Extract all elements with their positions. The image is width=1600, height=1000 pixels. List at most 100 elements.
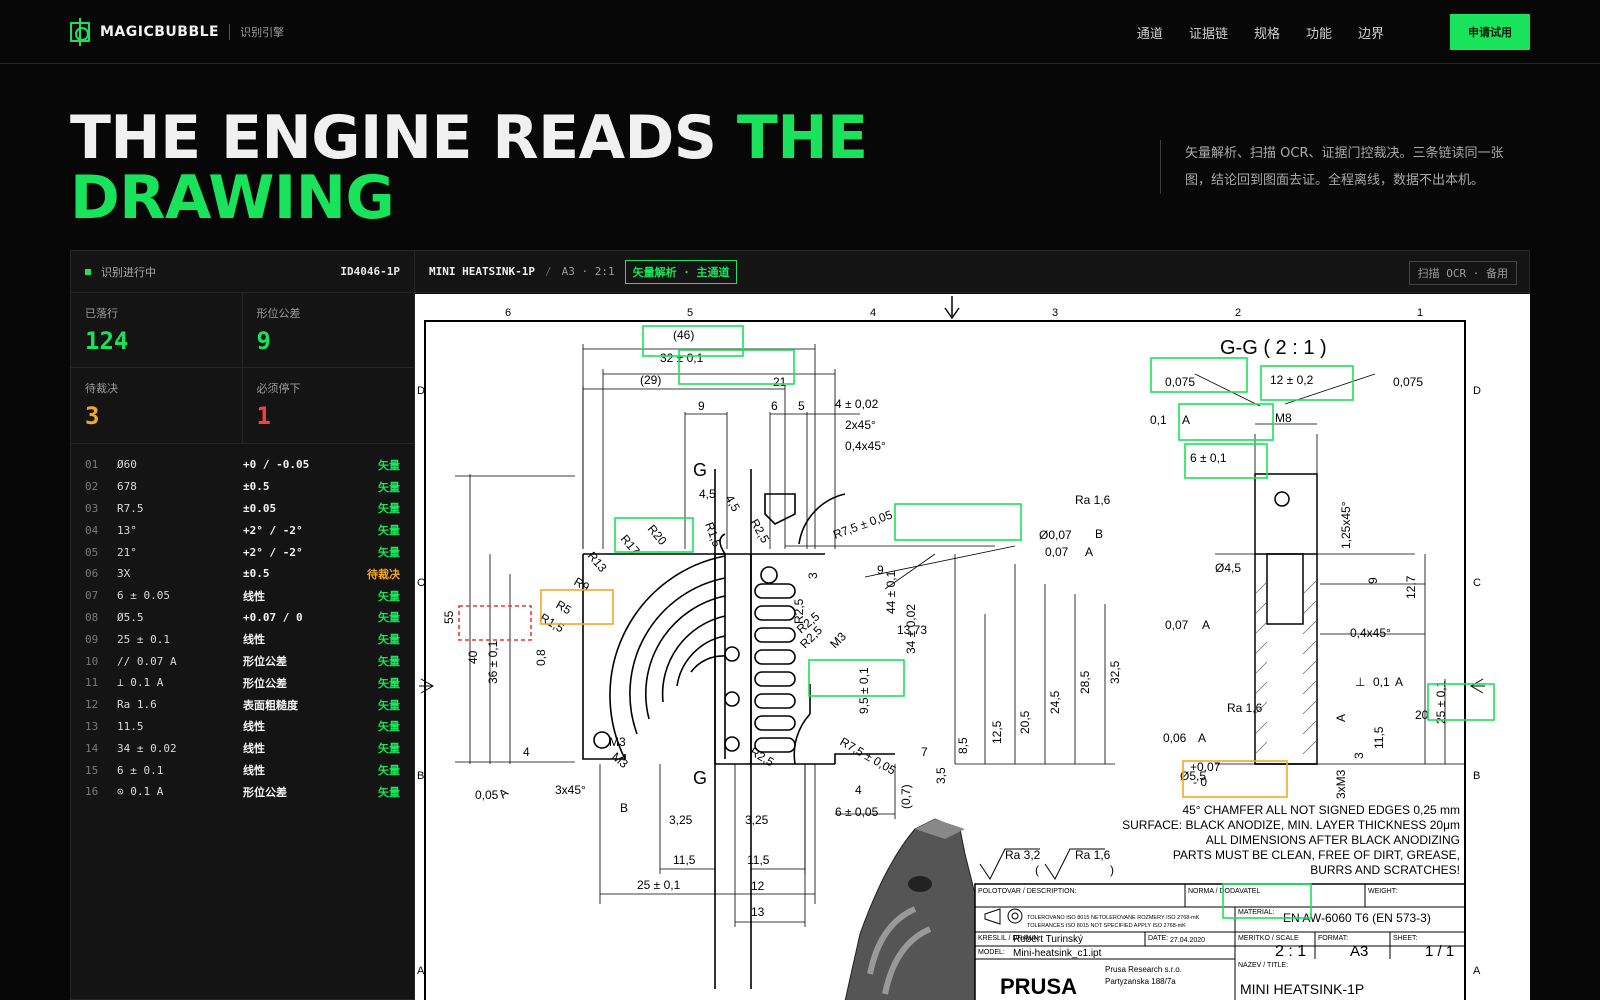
tb-date-label: DATE:: [1148, 935, 1168, 942]
section-dimension-label: Ra 1,6: [1227, 701, 1263, 715]
nav-link-specs[interactable]: 规格: [1254, 23, 1280, 42]
section-dimension-label: A: [1395, 675, 1403, 689]
section-dimension-label: 0,1: [1150, 413, 1167, 427]
section-dimension-label: 0,07: [1165, 618, 1189, 632]
nav-link-channels[interactable]: 通道: [1137, 23, 1163, 42]
center-marker-icon: [944, 296, 960, 320]
row-tolerance: +0.07 / 0: [243, 610, 303, 624]
tb-norm-label: NORMA / DODAVATEL: [1188, 888, 1260, 895]
dimension-label: 40: [466, 650, 480, 664]
row-feature: 6 ± 0.1: [117, 763, 164, 777]
tb-company-line: Prusa Research s.r.o.: [1105, 965, 1182, 974]
hero-title: THE ENGINE READS THE DRAWING: [70, 108, 1070, 228]
section-label: G-G ( 2 : 1 ): [1220, 337, 1327, 359]
feature-row[interactable]: 03 R7.5 ±0.05 矢量: [71, 498, 414, 520]
row-index: 02: [85, 480, 99, 494]
row-index: 11: [85, 676, 99, 690]
dimension-label: 13: [751, 905, 765, 919]
dimension-label: 20,5: [1018, 710, 1032, 734]
feature-row[interactable]: 09 25 ± 0.1 线性 矢量: [71, 628, 414, 650]
dimension-label: 0,07: [1045, 545, 1069, 559]
dimension-label: Ra 1,6: [1075, 493, 1111, 507]
section-dimension-label: 12,7: [1404, 575, 1418, 599]
status-indicator: 识别进行中: [85, 264, 156, 280]
dimension-label: 9,5 ± 0,1: [857, 667, 871, 714]
feature-row[interactable]: 06 3X ±0.5 待裁决: [71, 563, 414, 585]
feature-row[interactable]: 14 34 ± 0.02 线性 矢量: [71, 737, 414, 759]
stat-label: 已落行: [85, 307, 118, 320]
row-feature: Ø5.5: [117, 610, 144, 624]
surface-mark: (: [1035, 863, 1039, 877]
dimension-label: 4: [855, 783, 862, 797]
dimension-label: 11,5: [673, 853, 696, 867]
row-chain: 矢量: [378, 546, 400, 560]
row-feature: 21°: [117, 545, 137, 559]
zone-row-label: B: [1473, 770, 1480, 782]
tb-sheet-label: SHEET:: [1393, 935, 1418, 942]
ocr-channel-tag[interactable]: 扫描 OCR · 备用: [1408, 261, 1517, 285]
nav-link-boundaries[interactable]: 边界: [1358, 23, 1384, 42]
row-tolerance: +0 / -0.05: [243, 458, 310, 472]
zone-row-label: D: [1473, 385, 1481, 397]
section-dimension-label: 20: [1415, 708, 1429, 722]
feature-row[interactable]: 11 ⊥ 0.1 A 形位公差 矢量: [71, 672, 414, 694]
drawing-canvas[interactable]: 654321DDCCBBAA G-G (2: 1) G G (46) 32…: [415, 294, 1530, 1000]
feature-row[interactable]: 05 21° +2° / -2° 矢量: [71, 541, 414, 563]
brand-subtitle: 识别引擎: [240, 26, 285, 39]
vector-channel-tag[interactable]: 矢量解析 · 主通道: [624, 259, 738, 284]
isometric-render: [844, 818, 976, 1000]
zone-row-label: C: [417, 577, 425, 589]
row-tolerance: ±0.05: [243, 501, 277, 515]
feature-row[interactable]: 13 11.5 线性 矢量: [71, 716, 414, 738]
request-trial-button[interactable]: 申请试用: [1450, 14, 1530, 50]
row-chain: 矢量: [378, 480, 400, 494]
feature-row[interactable]: 08 Ø5.5 +0.07 / 0 矢量: [71, 607, 414, 629]
dimension-label: 3x45°: [555, 783, 586, 797]
feature-row[interactable]: 07 6 ± 0.05 线性 矢量: [71, 585, 414, 607]
row-chain: 待裁决: [367, 567, 400, 581]
feature-row[interactable]: 01 Ø60 +0 / -0.05 矢量: [71, 454, 414, 476]
row-index: 07: [85, 589, 99, 603]
dimension-label: A: [1085, 545, 1093, 559]
brand-name: MAGICBUBBLE: [100, 24, 220, 40]
dimension-label: R1,5: [702, 520, 724, 549]
dimension-label: R2,5: [748, 744, 777, 769]
row-tolerance: 线性: [243, 720, 265, 734]
feature-row[interactable]: 04 13° +2° / -2° 矢量: [71, 519, 414, 541]
section-dimension-label: 25 ± 0,1: [1434, 680, 1448, 724]
dimension-label: 3,25: [669, 813, 693, 827]
dimension-label: B: [1095, 527, 1103, 541]
feature-row[interactable]: 15 6 ± 0.1 线性 矢量: [71, 759, 414, 781]
feature-row[interactable]: 02 678 ±0.5 矢量: [71, 476, 414, 498]
nav-links: 通道 证据链 规格 功能 边界: [1137, 23, 1384, 42]
tb-date: 27.04.2020: [1170, 937, 1205, 944]
tb-weight-label: WEIGHT:: [1368, 888, 1397, 895]
center-marker-right-icon: [1470, 678, 1485, 694]
feature-row[interactable]: 10 // 0.07 A 形位公差 矢量: [71, 650, 414, 672]
tb-description-label: POLOTOVAR / DESCRIPTION:: [978, 888, 1077, 895]
zone-row-label: A: [417, 965, 425, 977]
dimension-label: (46): [673, 328, 694, 342]
detection-box[interactable]: [894, 503, 1022, 541]
technical-drawing: 6 5 4 3 2 1D DC CB BA A G-G (2: 1) G …: [417, 296, 1495, 1000]
nav-link-evidence[interactable]: 证据链: [1189, 23, 1228, 42]
dimension-label: 12,5: [990, 720, 1004, 744]
dimension-label: 6 ± 0,05: [835, 805, 879, 819]
row-feature: // 0.07 A: [117, 654, 177, 668]
status-text: 识别进行中: [101, 265, 156, 279]
row-feature: ⊙ 0.1 A: [117, 785, 164, 799]
row-chain: 矢量: [378, 655, 400, 669]
row-index: 16: [85, 785, 99, 799]
row-feature: 25 ± 0.1: [117, 632, 170, 646]
zone-column-label: 4: [870, 307, 876, 319]
row-index: 14: [85, 741, 99, 755]
brand-logo[interactable]: MAGICBUBBLE 识别引擎: [70, 18, 285, 46]
row-index: 08: [85, 610, 99, 624]
feature-row[interactable]: 12 Ra 1.6 表面粗糙度 矢量: [71, 694, 414, 716]
tb-format: A3: [1350, 943, 1368, 960]
dimension-lines: [455, 344, 1115, 927]
note-line: ALL DIMENSIONS AFTER BLACK ANODIZING: [1206, 833, 1460, 847]
nav-link-features[interactable]: 功能: [1306, 23, 1332, 42]
feature-row[interactable]: 16 ⊙ 0.1 A 形位公差 矢量: [71, 781, 414, 803]
detection-box[interactable]: [1178, 403, 1274, 441]
